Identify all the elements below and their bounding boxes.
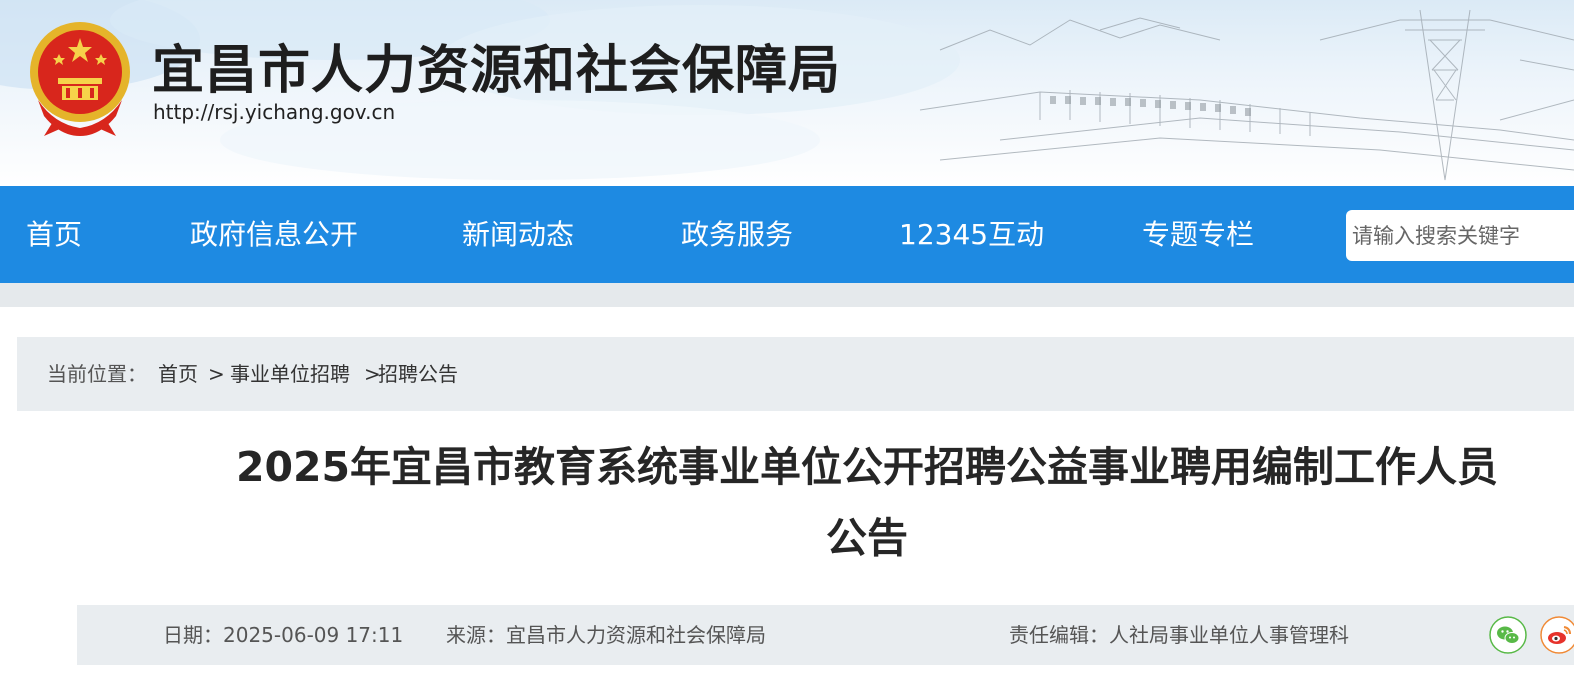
breadcrumb: 当前位置： 首页 > 事业单位招聘 > 招聘公告 — [17, 337, 1574, 411]
site-url[interactable]: http://rsj.yichang.gov.cn — [153, 100, 395, 124]
article-meta: 日期：2025-06-09 17:11 来源：宜昌市人力资源和社会保障局 责任编… — [77, 605, 1574, 665]
nav-item-home[interactable]: 首页 — [26, 186, 82, 283]
breadcrumb-prefix: 当前位置： — [47, 362, 147, 386]
nav-shadow-strip — [0, 283, 1574, 307]
breadcrumb-announcements[interactable]: 招聘公告 — [378, 337, 458, 411]
nav-item-topics[interactable]: 专题专栏 — [1142, 186, 1254, 283]
article-source: 来源：宜昌市人力资源和社会保障局 — [446, 623, 766, 647]
nav-item-gov-info[interactable]: 政府信息公开 — [190, 186, 358, 283]
main-nav: 首页 政府信息公开 新闻动态 政务服务 12345互动 专题专栏 — [0, 186, 1574, 283]
three-gorges-dam-illustration — [919, 9, 1574, 181]
nav-item-12345[interactable]: 12345互动 — [899, 186, 1044, 283]
site-title: 宜昌市人力资源和社会保障局 — [152, 41, 842, 101]
breadcrumb-home[interactable]: 首页 — [158, 337, 198, 411]
header-banner: 宜昌市人力资源和社会保障局 http://rsj.yichang.gov.cn — [0, 0, 1574, 186]
national-emblem-icon — [30, 22, 130, 136]
nav-item-services[interactable]: 政务服务 — [681, 186, 793, 283]
weibo-icon[interactable] — [1540, 616, 1574, 654]
article-editor: 责任编辑：人社局事业单位人事管理科 — [1009, 623, 1349, 647]
wechat-icon[interactable] — [1489, 616, 1527, 654]
breadcrumb-recruitment[interactable]: 事业单位招聘 — [230, 337, 350, 411]
article-date: 日期：2025-06-09 17:11 — [163, 623, 404, 647]
search-input[interactable] — [1346, 210, 1574, 261]
nav-item-news[interactable]: 新闻动态 — [462, 186, 574, 283]
article-title: 2025年宜昌市教育系统事业单位公开招聘公益事业聘用编制工作人员公告 — [235, 443, 1499, 562]
breadcrumb-separator: > — [208, 362, 225, 386]
